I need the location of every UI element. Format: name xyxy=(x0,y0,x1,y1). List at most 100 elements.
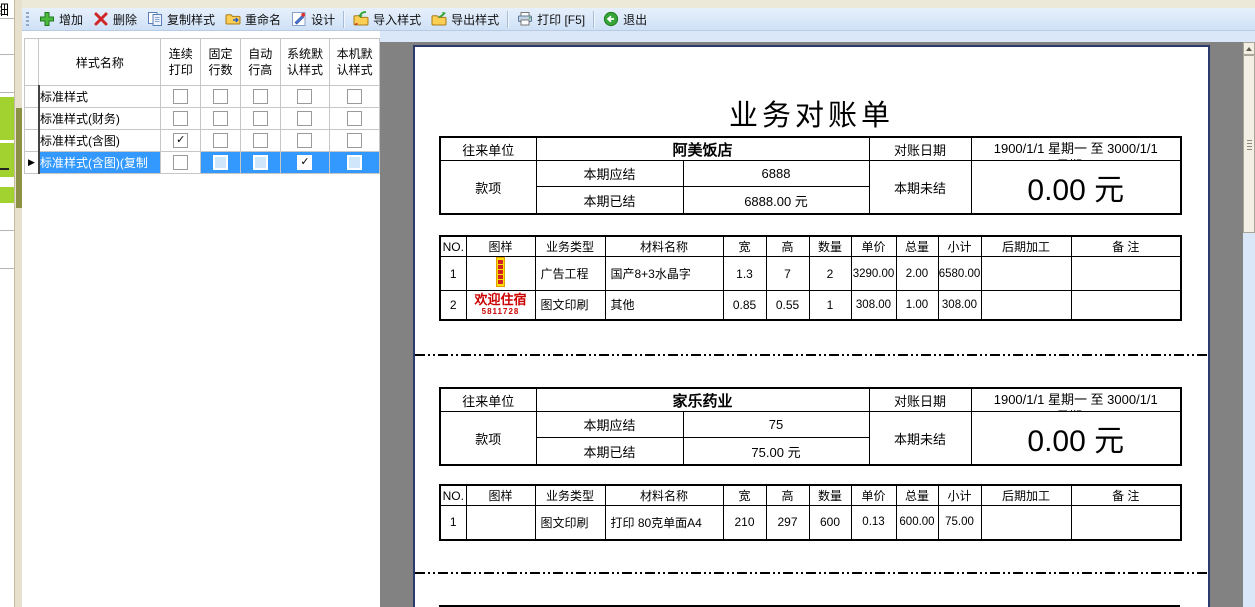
due-label: 本期应结 xyxy=(536,161,683,187)
column-header-continuous-print[interactable]: 连续 打印 xyxy=(161,39,201,86)
settled-value: 6888.00 元 xyxy=(683,187,869,215)
divider xyxy=(0,268,14,269)
partner-name: 家乐药业 xyxy=(536,388,869,412)
style-name[interactable]: 标准样式(财务) xyxy=(39,108,161,130)
checkbox[interactable] xyxy=(213,155,228,170)
column-header-fixed-rows[interactable]: 固定 行数 xyxy=(201,39,241,86)
style-row[interactable]: 标准样式(含图) ✓ xyxy=(25,130,380,152)
import-folder-icon xyxy=(353,11,369,27)
toolbar-grip[interactable] xyxy=(26,12,29,27)
item-sample-image xyxy=(466,257,535,291)
background-window-sliver[interactable]: 细 xyxy=(0,0,14,607)
highlighted-row-fragment xyxy=(0,187,14,203)
unsettled-label: 本期未结 xyxy=(869,412,971,466)
checkbox[interactable] xyxy=(213,89,228,104)
item-sample-image xyxy=(466,506,535,540)
partner-name: 阿美饭店 xyxy=(536,137,869,161)
col-post-process: 后期加工 xyxy=(981,236,1071,257)
checkbox[interactable] xyxy=(173,155,188,170)
item-subtotal: 75.00 xyxy=(938,506,981,540)
col-width: 宽 xyxy=(723,236,766,257)
item-no: 1 xyxy=(440,506,466,540)
printer-icon xyxy=(517,11,533,27)
col-image: 图样 xyxy=(466,485,535,506)
style-name[interactable]: 标准样式(含图)(复制 xyxy=(39,152,161,174)
checkbox[interactable] xyxy=(297,89,312,104)
exit-button[interactable]: 退出 xyxy=(598,10,652,29)
partner-label: 往来单位 xyxy=(440,137,536,161)
item-type: 图文印刷 xyxy=(535,291,605,320)
unsettled-value: 0.00 元 xyxy=(971,161,1181,215)
date-label: 对账日期 xyxy=(869,388,971,412)
sample-image-number: 5811728 xyxy=(467,307,535,316)
checkbox[interactable] xyxy=(253,89,268,104)
style-name[interactable]: 标准样式 xyxy=(39,86,161,108)
col-material: 材料名称 xyxy=(605,236,723,257)
checkbox[interactable] xyxy=(297,111,312,126)
import-style-button[interactable]: 导入样式 xyxy=(348,10,426,29)
style-name[interactable]: 标准样式(含图) xyxy=(39,130,161,152)
column-header-system-default[interactable]: 系统默 认样式 xyxy=(280,39,330,86)
scroll-up-button[interactable] xyxy=(1243,42,1255,55)
scrollbar-thumb[interactable] xyxy=(1243,55,1255,233)
item-price: 3290.00 xyxy=(851,257,896,291)
checkbox[interactable] xyxy=(173,89,188,104)
checkbox[interactable] xyxy=(347,111,362,126)
checkbox-checked[interactable]: ✓ xyxy=(297,155,312,170)
item-sample-image: 欢迎住宿5811728 xyxy=(466,291,535,320)
item-height: 297 xyxy=(766,506,809,540)
item-qty: 2 xyxy=(809,257,851,291)
col-no: NO. xyxy=(440,485,466,506)
item-type: 广告工程 xyxy=(535,257,605,291)
document-title: 业务对账单 xyxy=(415,92,1208,134)
item-note xyxy=(1071,506,1181,540)
print-preview-area[interactable]: 业务对账单 往来单位 阿美饭店 对账日期 1900/1/1 星期一 至 3000… xyxy=(380,42,1243,607)
date-range-line1: 1900/1/1 星期一 至 3000/1/1 xyxy=(994,141,1158,156)
divider xyxy=(0,54,14,55)
checkbox[interactable] xyxy=(347,155,362,170)
app-window: 细 增加 删除 复制样式 重命名 设 xyxy=(0,0,1255,607)
export-style-button-label: 导出样式 xyxy=(451,11,499,28)
due-value: 6888 xyxy=(683,161,869,187)
export-style-button[interactable]: 导出样式 xyxy=(426,10,504,29)
checkbox[interactable] xyxy=(347,133,362,148)
col-subtotal: 小计 xyxy=(938,485,981,506)
print-button[interactable]: 打印 [F5] xyxy=(512,10,590,29)
col-type: 业务类型 xyxy=(535,236,605,257)
exit-button-label: 退出 xyxy=(623,11,647,28)
checkbox-checked[interactable]: ✓ xyxy=(173,133,188,148)
col-note: 备 注 xyxy=(1071,236,1181,257)
col-qty: 数量 xyxy=(809,236,851,257)
checkbox[interactable] xyxy=(173,111,188,126)
checkbox[interactable] xyxy=(253,155,268,170)
delete-button[interactable]: 删除 xyxy=(88,10,142,29)
item-total: 1.00 xyxy=(896,291,938,320)
item-row: 1 广告工程 国产8+3水晶字 1.3 7 2 3290.00 2.00 658… xyxy=(440,257,1181,291)
date-range-line2-clipped: 星期三 xyxy=(1056,409,1095,411)
rename-button[interactable]: 重命名 xyxy=(220,10,286,29)
divider xyxy=(0,92,14,93)
item-post-process xyxy=(981,291,1071,320)
item-post-process xyxy=(981,257,1071,291)
col-height: 高 xyxy=(766,485,809,506)
copy-style-button[interactable]: 复制样式 xyxy=(142,10,220,29)
checkbox[interactable] xyxy=(213,111,228,126)
column-header-style-name[interactable]: 样式名称 xyxy=(39,39,161,86)
date-label: 对账日期 xyxy=(869,137,971,161)
checkbox[interactable] xyxy=(347,89,362,104)
highlighted-row-fragment xyxy=(0,97,14,140)
checkbox[interactable] xyxy=(297,133,312,148)
design-button[interactable]: 设计 xyxy=(286,10,340,29)
style-table-header-row: 样式名称 连续 打印 固定 行数 自动 行高 系统默 认样式 本机默 认样式 xyxy=(25,39,380,86)
checkbox[interactable] xyxy=(253,111,268,126)
column-header-local-default[interactable]: 本机默 认样式 xyxy=(330,39,380,86)
checkbox[interactable] xyxy=(253,133,268,148)
style-row-selected[interactable]: ▶ 标准样式(含图)(复制 ✓ xyxy=(25,152,380,174)
checkbox[interactable] xyxy=(213,133,228,148)
col-type: 业务类型 xyxy=(535,485,605,506)
style-row[interactable]: 标准样式(财务) xyxy=(25,108,380,130)
add-button[interactable]: 增加 xyxy=(34,10,88,29)
column-header-auto-row-height[interactable]: 自动 行高 xyxy=(240,39,280,86)
style-row[interactable]: 标准样式 xyxy=(25,86,380,108)
item-note xyxy=(1071,291,1181,320)
